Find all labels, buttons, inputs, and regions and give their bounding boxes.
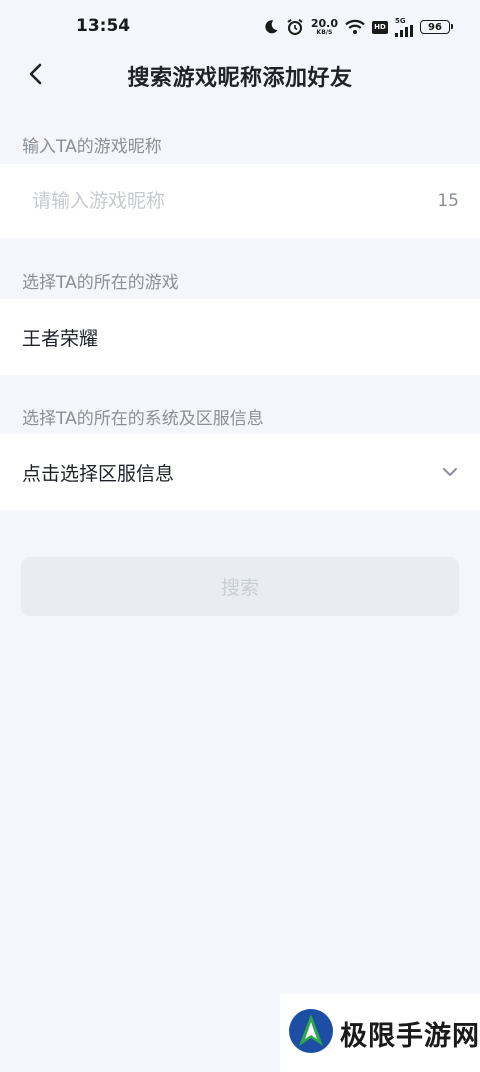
net-speed-value: 20.0 (310, 17, 338, 30)
page-title: 搜索游戏昵称添加好友 (127, 66, 353, 91)
chevron-down-icon (440, 462, 460, 482)
wifi-icon (345, 19, 365, 35)
nickname-section-label: 输入TA的游戏昵称 (22, 137, 162, 157)
signal-label: 5G (395, 16, 406, 25)
nav-bar: 搜索游戏昵称添加好友 (0, 50, 480, 98)
alarm-icon (286, 18, 304, 36)
net-speed: 20.0 KB/S (311, 18, 338, 36)
net-speed-unit: KB/S (316, 29, 333, 36)
selected-game: 王者荣耀 (22, 328, 99, 350)
watermark: 极限手游网 (280, 994, 480, 1072)
server-select-row[interactable]: 点击选择区服信息 (0, 434, 480, 510)
watermark-text: 极限手游网 (340, 1020, 480, 1052)
nickname-row: 15 (0, 164, 480, 238)
server-select-text: 点击选择区服信息 (22, 463, 175, 485)
status-bar: 13:54 20.0 KB/S HD 5G 96 (0, 0, 480, 56)
game-select-row[interactable]: 王者荣耀 (0, 299, 480, 375)
hd-badge: HD (372, 20, 388, 34)
status-time: 13:54 (76, 16, 131, 36)
game-section-label: 选择TA的所在的游戏 (22, 273, 179, 293)
nickname-input[interactable] (32, 184, 412, 218)
status-icons: 20.0 KB/S HD 5G 96 (263, 16, 453, 38)
search-button[interactable]: 搜索 (21, 557, 459, 616)
battery-icon: 96 (420, 20, 453, 34)
signal-icon: 5G (395, 16, 413, 37)
battery-level: 96 (428, 21, 442, 33)
server-section-label: 选择TA的所在的系统及区服信息 (22, 409, 264, 429)
watermark-logo-icon (288, 1008, 334, 1058)
moon-icon (263, 19, 279, 35)
nickname-max-count: 15 (437, 191, 459, 211)
